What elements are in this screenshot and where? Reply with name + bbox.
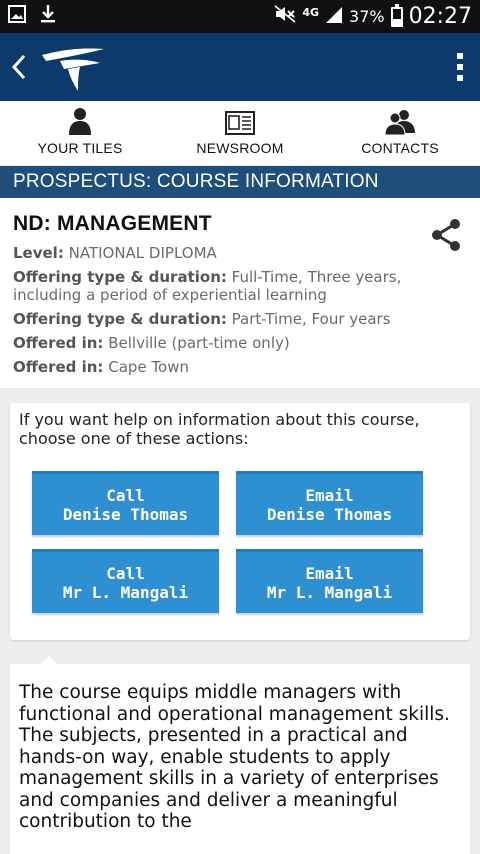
app-bar: [0, 33, 480, 101]
network-type: 4G: [302, 6, 320, 19]
detail-label: Offering type & duration:: [13, 310, 227, 328]
action-grid: Call Denise Thomas Email Denise Thomas C…: [19, 471, 461, 613]
logo: [38, 41, 110, 93]
call-mangali-button[interactable]: Call Mr L. Mangali: [32, 549, 219, 613]
email-mangali-button[interactable]: Email Mr L. Mangali: [236, 549, 423, 613]
detail-label: Offered in:: [13, 358, 104, 376]
action-line1: Call: [106, 563, 145, 583]
detail-value: Bellville (part-time only): [108, 334, 290, 352]
detail-value: NATIONAL DIPLOMA: [68, 244, 217, 262]
course-detail-offering: Offering type & duration: Full-Time, Thr…: [13, 268, 467, 304]
overflow-menu-button[interactable]: [440, 33, 480, 101]
overflow-menu-icon: [457, 53, 463, 59]
action-line1: Call: [106, 485, 145, 505]
person-icon: [68, 107, 92, 135]
help-card: If you want help on information about th…: [10, 403, 470, 640]
chevron-left-icon: [11, 54, 26, 80]
download-icon: [40, 4, 56, 29]
status-bar: 4G 37% 02:27: [0, 0, 480, 33]
action-line2: Mr L. Mangali: [62, 582, 189, 602]
email-denise-thomas-button[interactable]: Email Denise Thomas: [236, 471, 423, 535]
help-text: If you want help on information about th…: [19, 410, 420, 448]
clock: 02:27: [408, 4, 472, 29]
nav-label: CONTACTS: [361, 140, 439, 156]
battery-percent: 37%: [349, 7, 385, 26]
course-detail-level: Level: NATIONAL DIPLOMA: [13, 244, 467, 262]
nav-label: NEWSROOM: [196, 140, 284, 156]
course-title: ND: MANAGEMENT: [13, 212, 212, 235]
nav-contacts[interactable]: CONTACTS: [320, 101, 480, 165]
detail-value: Part-Time, Four years: [231, 310, 391, 328]
mute-icon: [274, 5, 296, 28]
detail-label: Offered in:: [13, 334, 104, 352]
detail-label: Offering type & duration:: [13, 268, 227, 286]
top-nav: YOUR TILES NEWSROOM CONTACTS: [0, 101, 480, 165]
course-description: The course equips middle managers with f…: [19, 682, 450, 832]
action-line2: Denise Thomas: [266, 504, 393, 524]
newspaper-icon: [225, 107, 255, 135]
nav-newsroom[interactable]: NEWSROOM: [160, 101, 320, 165]
people-icon: [384, 107, 416, 135]
call-denise-thomas-button[interactable]: Call Denise Thomas: [32, 471, 219, 535]
section-title: PROSPECTUS: COURSE INFORMATION: [0, 166, 480, 198]
course-detail-campus: Offered in: Bellville (part-time only): [13, 334, 467, 352]
course-info: ND: MANAGEMENT Level: NATIONAL DIPLOMA O…: [0, 198, 480, 388]
detail-value: Cape Town: [108, 358, 189, 376]
back-button[interactable]: [0, 33, 38, 101]
action-line2: Mr L. Mangali: [266, 582, 393, 602]
nav-your-tiles[interactable]: YOUR TILES: [0, 101, 160, 165]
overflow-dot: [457, 75, 463, 81]
description-card: The course equips middle managers with f…: [10, 656, 470, 854]
detail-label: Level:: [13, 244, 64, 262]
action-line1: Email: [305, 485, 354, 505]
share-icon[interactable]: [430, 218, 462, 252]
course-detail-campus: Offered in: Cape Town: [13, 358, 467, 376]
image-notification-icon: [8, 5, 26, 28]
battery-icon: [390, 3, 403, 27]
course-detail-offering: Offering type & duration: Part-Time, Fou…: [13, 310, 467, 328]
signal-icon: [325, 6, 343, 28]
action-line1: Email: [305, 563, 354, 583]
nav-label: YOUR TILES: [37, 140, 123, 156]
action-line2: Denise Thomas: [62, 504, 189, 524]
overflow-dot: [457, 64, 463, 70]
